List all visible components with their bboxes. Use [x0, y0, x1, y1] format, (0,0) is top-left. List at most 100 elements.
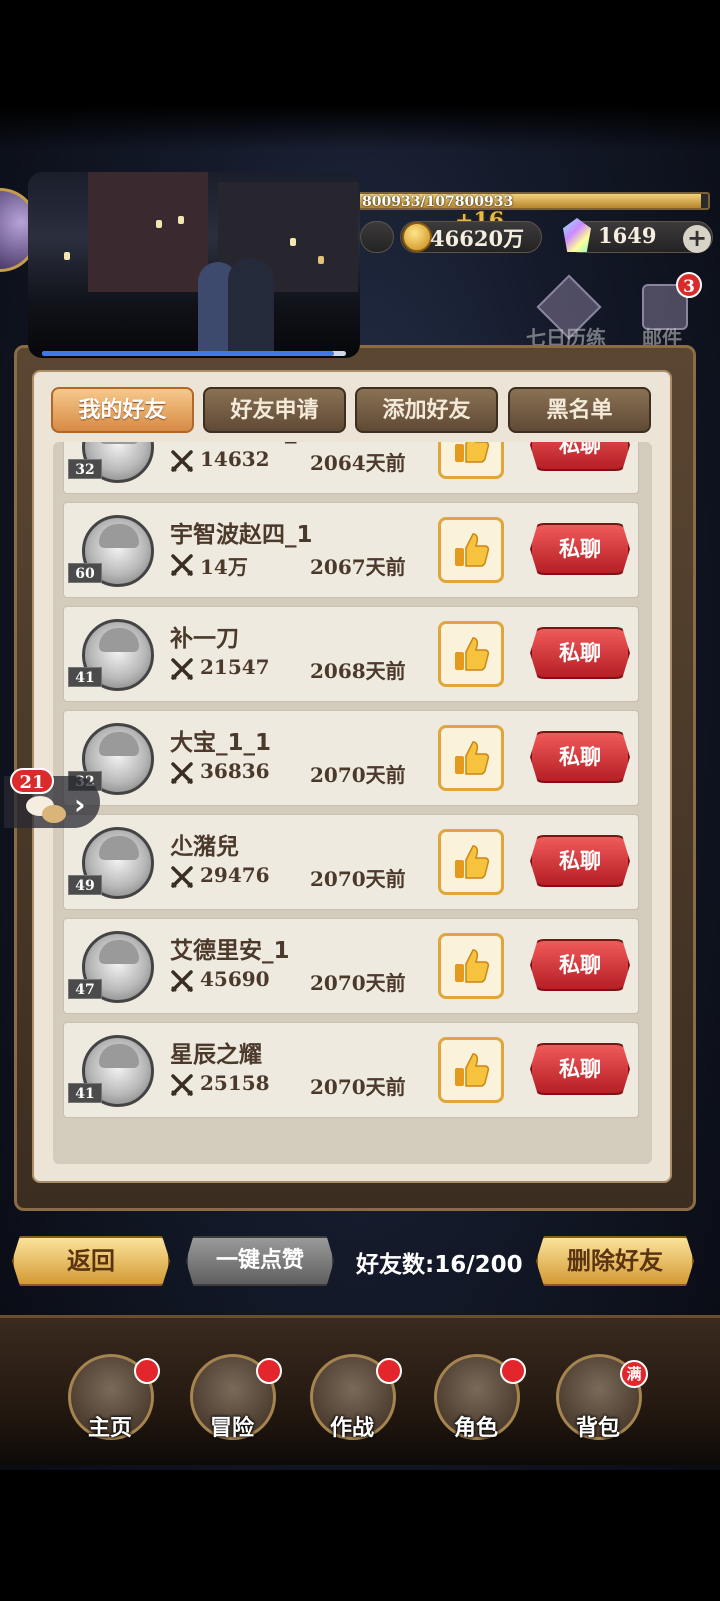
friend-last-online: 2068天前	[310, 659, 406, 683]
video-building	[88, 172, 208, 292]
friend-row: 32 大宝_1_1 36836 2070天前 私聊	[63, 710, 639, 806]
friend-name: 火锅鹌鹑蛋_1	[170, 442, 313, 445]
nav-home[interactable]: 主页	[60, 1340, 160, 1450]
friend-name: 补一刀	[170, 626, 239, 652]
thumbs-up-icon	[455, 845, 490, 879]
like-button[interactable]	[438, 933, 504, 999]
friend-power: 29476	[200, 863, 270, 887]
status-bar-area	[0, 0, 720, 150]
private-chat-button[interactable]: 私聊	[530, 627, 630, 679]
system-nav-area	[0, 1470, 720, 1601]
inventory-full-badge: 满	[620, 1360, 648, 1388]
private-chat-button[interactable]: 私聊	[530, 442, 630, 471]
thumbs-up-icon	[455, 637, 490, 671]
back-button[interactable]: 返回	[12, 1236, 170, 1286]
friend-name: 宇智波赵四_1	[170, 522, 313, 548]
chat-unread-badge: 21	[10, 768, 54, 794]
crossed-swords-icon	[171, 762, 193, 784]
nav-backpack[interactable]: 背包	[548, 1340, 648, 1450]
tab-add-friends[interactable]: 添加好友	[355, 387, 498, 433]
like-button[interactable]	[438, 1037, 504, 1103]
crossed-swords-icon	[171, 554, 193, 576]
friend-level: 41	[68, 667, 102, 687]
chevron-right-icon: ›	[74, 788, 86, 821]
like-button[interactable]	[438, 517, 504, 583]
video-progress-bar[interactable]	[42, 351, 346, 356]
friend-level: 32	[68, 459, 102, 479]
video-light	[64, 252, 70, 260]
private-chat-button[interactable]: 私聊	[530, 835, 630, 887]
like-button[interactable]	[438, 621, 504, 687]
friend-row: 41 星辰之耀 25158 2070天前 私聊	[63, 1022, 639, 1118]
thumbs-up-icon	[455, 442, 490, 463]
notification-dot	[256, 1358, 282, 1384]
friend-name: 艾德里安_1	[170, 938, 290, 964]
video-light	[156, 220, 162, 228]
private-chat-button[interactable]: 私聊	[530, 731, 630, 783]
nav-character[interactable]: 角色	[426, 1340, 526, 1450]
thumbs-up-icon	[455, 533, 490, 567]
friend-row: 47 艾德里安_1 45690 2070天前 私聊	[63, 918, 639, 1014]
private-chat-button[interactable]: 私聊	[530, 523, 630, 575]
notification-dot	[500, 1358, 526, 1384]
crossed-swords-icon	[171, 658, 193, 680]
crossed-swords-icon	[171, 450, 193, 472]
nav-home-label: 主页	[87, 1416, 132, 1441]
chat-bubble-icon	[26, 796, 66, 823]
like-button[interactable]	[438, 829, 504, 895]
friend-power: 14万	[200, 555, 248, 579]
friend-last-online: 2064天前	[310, 451, 406, 475]
private-chat-button[interactable]: 私聊	[530, 939, 630, 991]
tab-my-friends[interactable]: 我的好友	[51, 387, 194, 433]
friend-name: 大宝_1_1	[170, 730, 272, 756]
friend-last-online: 2067天前	[310, 555, 406, 579]
nav-backpack-label: 背包	[575, 1416, 620, 1441]
like-button[interactable]	[438, 442, 504, 479]
friend-power: 36836	[200, 759, 270, 783]
delete-friend-button[interactable]: 删除好友	[536, 1236, 694, 1286]
notification-dot	[376, 1358, 402, 1384]
friend-power: 14632	[200, 447, 270, 471]
video-overlay[interactable]	[28, 172, 360, 358]
like-button[interactable]	[438, 725, 504, 791]
game-screen: 800933/107800933 +16 46620万 1649 + 七日历练 …	[0, 0, 720, 1601]
video-person	[228, 258, 274, 352]
crossed-swords-icon	[171, 970, 193, 992]
friend-level: 60	[68, 563, 102, 583]
crossed-swords-icon	[171, 1074, 193, 1096]
friend-count: 好友数:16/200	[356, 1252, 523, 1278]
friend-power: 45690	[200, 967, 270, 991]
friend-level: 49	[68, 875, 102, 895]
tab-blacklist[interactable]: 黑名单	[508, 387, 651, 433]
nav-character-label: 角色	[453, 1416, 498, 1441]
thumbs-up-icon	[455, 1053, 490, 1087]
mail-badge: 3	[676, 272, 702, 298]
tab-friend-requests[interactable]: 好友申请	[203, 387, 346, 433]
friend-power: 21547	[200, 655, 270, 679]
video-light	[318, 256, 324, 264]
nav-adventure[interactable]: 冒险	[182, 1340, 282, 1450]
friend-last-online: 2070天前	[310, 867, 406, 891]
thumbs-up-icon	[455, 949, 490, 983]
friend-row: 60 宇智波赵四_1 14万 2067天前 私聊	[63, 502, 639, 598]
friend-list[interactable]: 32 火锅鹌鹑蛋_1 14632 2064天前 私聊 60 宇智波赵四_1 14…	[53, 442, 652, 1164]
video-progress-fill	[42, 351, 334, 356]
friend-row: 49 尐潴兒 29476 2070天前 私聊	[63, 814, 639, 910]
like-all-button[interactable]: 一键点赞	[186, 1236, 334, 1286]
friend-level: 41	[68, 1083, 102, 1103]
video-light	[178, 216, 184, 224]
crossed-swords-icon	[171, 866, 193, 888]
resource-pill	[360, 221, 394, 253]
friend-name: 星辰之耀	[170, 1042, 262, 1068]
private-chat-button[interactable]: 私聊	[530, 1043, 630, 1095]
friend-last-online: 2070天前	[310, 763, 406, 787]
add-gems-button[interactable]: +	[683, 225, 711, 253]
thumbs-up-icon	[455, 741, 490, 775]
friend-last-online: 2070天前	[310, 1075, 406, 1099]
nav-battle[interactable]: 作战	[302, 1340, 402, 1450]
friend-power: 25158	[200, 1071, 270, 1095]
nav-battle-label: 作战	[329, 1416, 374, 1441]
gold-coin-icon	[402, 222, 432, 252]
friend-level: 47	[68, 979, 102, 999]
video-light	[290, 238, 296, 246]
